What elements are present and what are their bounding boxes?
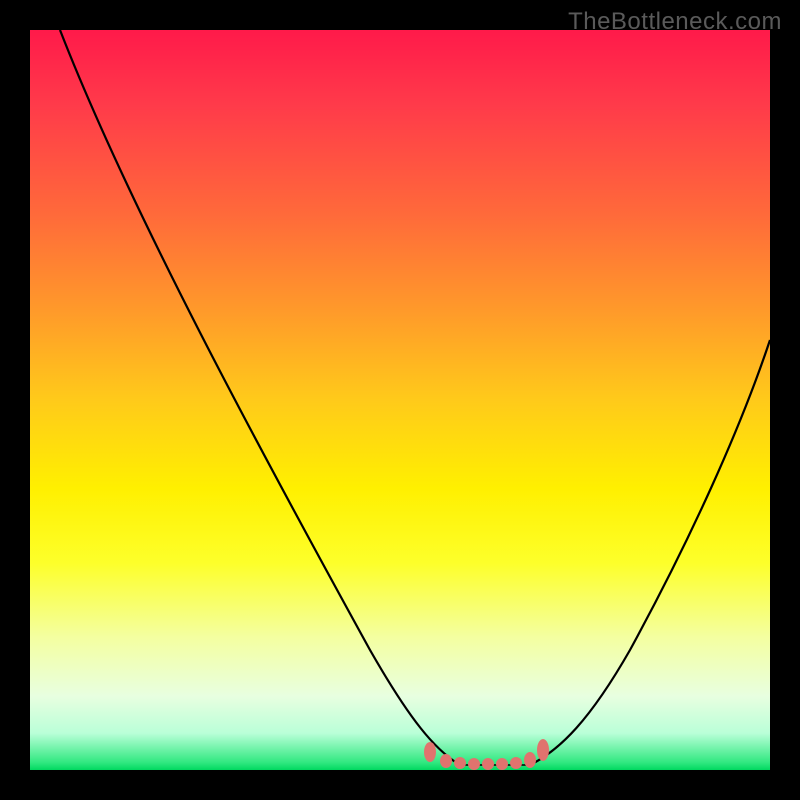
left-curve [60,30,460,765]
right-curve [530,340,770,765]
watermark-text: TheBottleneck.com [568,8,782,36]
curve-layer [30,30,770,770]
chart-plot-area [30,30,770,770]
bottom-markers [424,739,549,770]
